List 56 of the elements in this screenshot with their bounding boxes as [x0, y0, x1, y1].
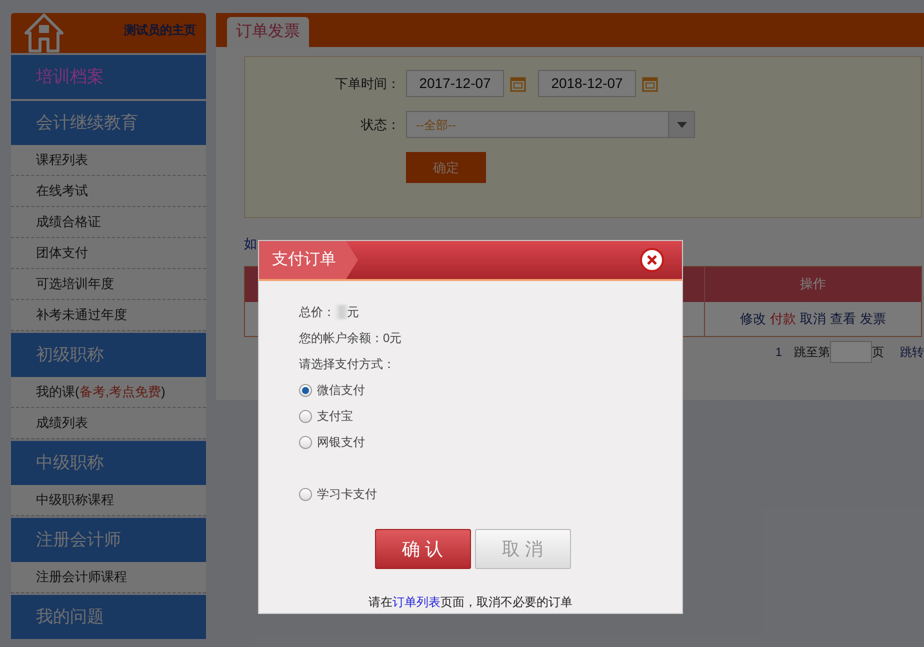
- sidebar-section-heading[interactable]: 中级职称: [11, 441, 206, 485]
- sidebar-item[interactable]: 补考未通过年度: [11, 300, 206, 331]
- sidebar-section-heading[interactable]: 初级职称: [11, 333, 206, 377]
- sidebar-item[interactable]: 课程列表: [11, 145, 206, 176]
- sidebar-section-heading[interactable]: 我的问题: [11, 595, 206, 639]
- payment-option-label[interactable]: 微信支付: [317, 381, 365, 399]
- sidebar-item[interactable]: 注册会计师课程: [11, 562, 206, 593]
- price-unit: 元: [347, 304, 359, 321]
- date-field[interactable]: 2018-12-07: [538, 70, 636, 97]
- tab[interactable]: 订单发票: [227, 17, 309, 47]
- row-action-link[interactable]: 付款: [770, 308, 796, 328]
- dialog-note: 请在订单列表页面，取消不必要的订单: [368, 594, 572, 611]
- blurred-price: [335, 305, 347, 319]
- sidebar-section-heading[interactable]: 注册会计师: [11, 518, 206, 562]
- balance-text: 您的帐户余额：0元: [299, 330, 403, 347]
- row-action-link[interactable]: 修改: [740, 308, 766, 328]
- row-action-link[interactable]: 发票: [860, 308, 886, 328]
- payment-option-label[interactable]: 学习卡支付: [317, 485, 377, 503]
- payment-prompt: 请选择支付方式：: [299, 356, 396, 373]
- radio-button[interactable]: [299, 488, 312, 500]
- calendar-icon[interactable]: [642, 76, 658, 92]
- sidebar-section-heading[interactable]: 会计继续教育: [11, 101, 206, 145]
- page-input[interactable]: [830, 340, 872, 362]
- sidebar-item[interactable]: 成绩列表: [11, 408, 206, 439]
- order-list-link[interactable]: 订单列表: [392, 595, 440, 609]
- field-label: 下单时间：: [334, 74, 400, 93]
- sidebar-item[interactable]: 成绩合格证: [11, 207, 206, 238]
- payment-option-label[interactable]: 支付宝: [317, 407, 353, 425]
- cancel-button[interactable]: 取 消: [474, 529, 570, 569]
- confirm-button[interactable]: 确 认: [374, 529, 470, 569]
- confirm-button[interactable]: 确定: [406, 152, 486, 183]
- close-icon: [647, 255, 657, 265]
- field-label: 状态：: [360, 116, 400, 134]
- row-action-link[interactable]: 查看: [830, 308, 856, 328]
- goto-label: 跳至第: [794, 344, 830, 360]
- radio-button[interactable]: [299, 436, 312, 448]
- radio-button[interactable]: [299, 384, 312, 396]
- radio-button[interactable]: [299, 410, 312, 422]
- goto-link[interactable]: 跳转: [900, 342, 924, 360]
- close-button[interactable]: [640, 248, 664, 272]
- sidebar-item[interactable]: 在线考试: [11, 176, 206, 207]
- sidebar-item[interactable]: 可选培训年度: [11, 269, 206, 300]
- calendar-icon[interactable]: [510, 76, 526, 92]
- page-number[interactable]: 1: [775, 342, 782, 360]
- house-icon[interactable]: [24, 13, 64, 53]
- sidebar-item[interactable]: 中级职称课程: [11, 485, 206, 516]
- dialog-title: 支付订单: [259, 241, 358, 279]
- date-field[interactable]: 2017-12-07: [406, 70, 504, 97]
- status-select[interactable]: --全部--: [406, 111, 695, 138]
- caret-icon: [676, 122, 686, 128]
- price-label: 总价：: [299, 304, 335, 321]
- row-action-link[interactable]: 取消: [800, 308, 826, 328]
- sidebar-item[interactable]: 我的课(备考,考点免费): [11, 377, 206, 408]
- payment-option-label[interactable]: 网银支付: [317, 433, 365, 451]
- page-suffix: 页: [872, 344, 884, 360]
- sidebar-item[interactable]: 团体支付: [11, 238, 206, 269]
